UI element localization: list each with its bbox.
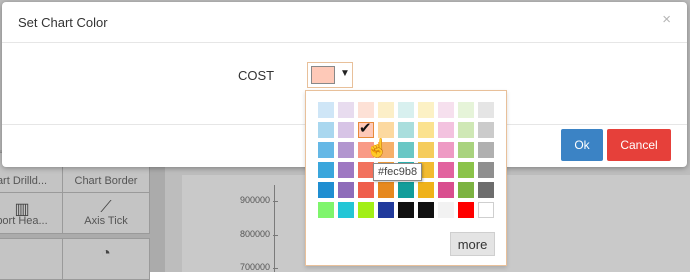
color-swatch[interactable] [398, 122, 414, 138]
header-divider [2, 42, 687, 43]
color-swatch[interactable] [318, 162, 334, 178]
color-swatch[interactable] [318, 122, 334, 138]
y-tick-label: 700000 [222, 262, 278, 272]
dialog-title: Set Chart Color [18, 15, 108, 30]
color-swatch[interactable] [318, 102, 334, 118]
series-label: COST [238, 68, 275, 83]
tile-label: Chart Border [74, 175, 138, 187]
background-tile-panel: art Drilld... Chart Border ▥ port Hea...… [0, 150, 165, 280]
color-swatch[interactable] [438, 202, 454, 218]
color-swatch[interactable] [438, 102, 454, 118]
color-swatch[interactable] [458, 122, 474, 138]
tile-label: art Drilld... [0, 175, 48, 187]
color-swatch[interactable] [358, 202, 374, 218]
color-swatch[interactable] [318, 202, 334, 218]
color-swatch[interactable] [458, 102, 474, 118]
color-swatch[interactable] [338, 162, 354, 178]
color-swatch[interactable] [358, 102, 374, 118]
more-colors-button[interactable]: more [450, 232, 495, 256]
color-swatch[interactable] [358, 182, 374, 198]
color-swatch[interactable] [438, 182, 454, 198]
chevron-down-icon: ▼ [340, 68, 350, 79]
color-swatch[interactable] [418, 102, 434, 118]
tile-report-header: ▥ port Hea... [0, 192, 66, 234]
color-tooltip: #fec9b8 [373, 163, 423, 181]
color-swatch[interactable] [478, 142, 494, 158]
y-tick-label: 900000 [222, 195, 278, 205]
color-swatch[interactable] [338, 142, 354, 158]
color-swatch[interactable] [358, 162, 374, 178]
color-swatch[interactable] [338, 122, 354, 138]
selected-color-swatch [311, 66, 335, 84]
close-icon[interactable]: × [662, 11, 671, 28]
tile-pie: ◔ [62, 238, 150, 280]
color-swatch[interactable]: ✔ [358, 120, 374, 138]
y-tick-label: 800000 [222, 229, 278, 239]
color-swatch[interactable] [458, 142, 474, 158]
color-swatch[interactable] [438, 142, 454, 158]
cancel-button[interactable]: Cancel [607, 129, 671, 161]
color-swatch[interactable] [418, 202, 434, 218]
tile-axis-tick: ⟋ Axis Tick [62, 192, 150, 234]
color-swatch[interactable] [318, 142, 334, 158]
color-swatch[interactable] [418, 122, 434, 138]
color-swatch[interactable] [338, 202, 354, 218]
color-picker-button[interactable]: ▼ [307, 62, 353, 88]
color-swatch[interactable] [478, 202, 494, 218]
color-swatch[interactable] [478, 122, 494, 138]
color-swatch[interactable] [478, 182, 494, 198]
color-swatch[interactable] [338, 182, 354, 198]
color-swatch[interactable] [398, 182, 414, 198]
color-swatch[interactable] [398, 102, 414, 118]
color-swatch[interactable] [398, 202, 414, 218]
color-swatch[interactable] [438, 162, 454, 178]
color-swatch[interactable] [378, 182, 394, 198]
tile-label: Axis Tick [84, 215, 128, 227]
color-swatch[interactable] [418, 182, 434, 198]
color-swatch[interactable] [378, 202, 394, 218]
tile-placeholder [0, 238, 66, 280]
hand-cursor-icon: ☝ [366, 138, 389, 158]
color-swatch[interactable] [418, 142, 434, 158]
color-swatch[interactable] [478, 102, 494, 118]
color-swatch[interactable] [478, 162, 494, 178]
color-swatch[interactable] [338, 102, 354, 118]
color-swatch[interactable] [378, 102, 394, 118]
background-y-axis [274, 185, 275, 272]
tile-label: port Hea... [0, 215, 48, 227]
pie-icon: ◔ [101, 245, 111, 262]
color-swatch[interactable] [458, 182, 474, 198]
color-swatch[interactable] [398, 142, 414, 158]
color-swatch[interactable] [438, 122, 454, 138]
ok-button[interactable]: Ok [561, 129, 603, 161]
color-swatch[interactable] [318, 182, 334, 198]
check-icon: ✔ [359, 120, 372, 137]
color-swatch[interactable] [458, 162, 474, 178]
color-swatch[interactable] [378, 122, 394, 138]
color-swatch[interactable] [458, 202, 474, 218]
